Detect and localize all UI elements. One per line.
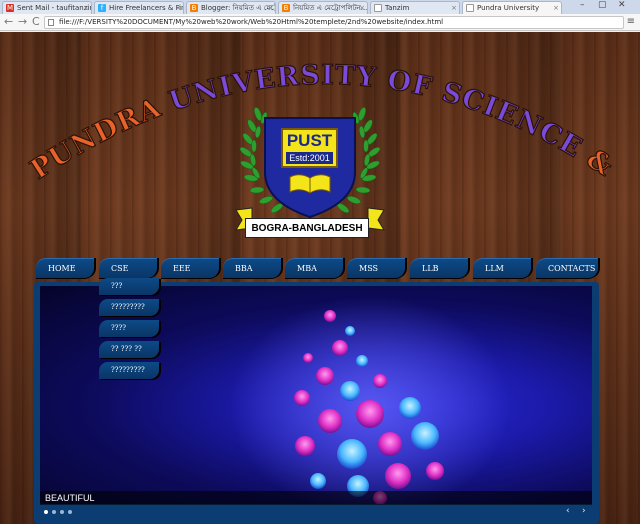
nav-item-mba[interactable]: MBA [285, 258, 343, 278]
tab-close-icon[interactable]: × [175, 2, 181, 14]
main-nav: HOME CSE EEE BBA MBA MSS LLB LLM CONTACT… [36, 258, 598, 278]
browser-tab-active[interactable]: Pundra University × [462, 1, 562, 15]
dropdown-item[interactable]: ????????? [99, 299, 159, 316]
slider-dot[interactable] [44, 510, 48, 514]
url-text: file:///F:/VERSITY%20DOCUMENT/My%20web%2… [59, 18, 444, 26]
dropdown-item[interactable]: ?? ??? ?? [99, 341, 159, 358]
dropdown-item-label: ???? [111, 324, 127, 332]
browser-tab[interactable]: M Sent Mail - taufitanzim2... × [2, 1, 92, 14]
gmail-icon: M [6, 4, 14, 12]
nav-item-bba[interactable]: BBA [223, 258, 281, 278]
tab-label: নিয়মিত এ মেট্রোপলিটন... [293, 4, 368, 12]
logo-title: PUST [286, 131, 333, 150]
ribbon-right-tail [367, 207, 385, 231]
page-icon [374, 4, 382, 12]
close-window-button[interactable]: ✕ [618, 0, 626, 10]
tab-close-icon[interactable]: × [451, 2, 457, 14]
tab-close-icon[interactable]: × [553, 2, 559, 14]
url-input[interactable]: file:///F:/VERSITY%20DOCUMENT/My%20web%2… [44, 16, 624, 29]
freelancer-icon: f [98, 4, 106, 12]
slider-dot[interactable] [68, 510, 72, 514]
file-icon [48, 19, 54, 26]
tab-close-icon[interactable]: × [359, 2, 365, 14]
nav-label: EEE [173, 264, 191, 273]
tab-label: Sent Mail - taufitanzim2... [17, 4, 91, 12]
back-button[interactable]: ← [4, 16, 13, 28]
nav-item-llb[interactable]: LLB [410, 258, 468, 278]
slide-caption: BEAUTIFUL [40, 491, 592, 505]
nav-label: CONTACTS [548, 264, 596, 273]
dropdown-item[interactable]: ????????? [99, 362, 159, 379]
slider-controls: ‹ › [40, 505, 592, 519]
tab-label: Blogger: নিয়মিত এ মেট্রোপ... [201, 4, 275, 12]
browser-tab[interactable]: B Blogger: নিয়মিত এ মেট্রোপ... × [186, 1, 276, 14]
maximize-button[interactable]: ▢ [598, 0, 607, 10]
slider-dot[interactable] [52, 510, 56, 514]
slide-image [40, 286, 592, 504]
browser-tab[interactable]: f Hire Freelancers & Find Fr... × [94, 1, 184, 14]
tab-label: Tanzim [385, 4, 410, 12]
browser-tab-bar: M Sent Mail - taufitanzim2... × f Hire F… [0, 0, 640, 15]
reload-button[interactable]: C [32, 16, 40, 28]
tab-label: Pundra University [477, 4, 540, 12]
caption-text: BEAUTIFUL [45, 493, 95, 503]
forward-button[interactable]: → [18, 16, 27, 28]
nav-label: LLB [422, 264, 439, 273]
dropdown-item-label: ?? ??? ?? [111, 345, 142, 353]
logo-established: Estd:2001 [286, 152, 333, 164]
dropdown-item-label: ????????? [111, 303, 145, 311]
nav-label: CSE [111, 264, 129, 273]
page-icon [466, 4, 474, 12]
menu-icon[interactable]: ≡ [627, 16, 635, 27]
logo-badge: PUST Estd:2001 [281, 128, 338, 168]
tab-close-icon[interactable]: × [267, 2, 273, 14]
bokeh-artwork [230, 296, 510, 504]
dropdown-item[interactable]: ??? [99, 278, 159, 295]
slider-dot[interactable] [60, 510, 64, 514]
dropdown-item-label: ??? [111, 282, 123, 290]
tab-label: Hire Freelancers & Find Fr... [109, 4, 183, 12]
nav-label: LLM [485, 264, 504, 273]
nav-label: MBA [297, 264, 317, 273]
blogger-icon: B [190, 4, 198, 12]
browser-tab[interactable]: Tanzim × [370, 1, 460, 14]
location-ribbon: BOGRA-BANGLADESH [245, 218, 369, 238]
minimize-button[interactable]: – [580, 0, 585, 10]
nav-label: BBA [235, 264, 253, 273]
address-bar-row: ← → C file:///F:/VERSITY%20DOCUMENT/My%2… [0, 14, 640, 31]
nav-label: HOME [48, 264, 76, 273]
nav-item-mss[interactable]: MSS [347, 258, 405, 278]
location-label: BOGRA-BANGLADESH [251, 223, 363, 234]
prev-slide-button[interactable]: ‹ [566, 506, 570, 516]
dropdown-item[interactable]: ???? [99, 320, 159, 337]
blogger-icon: B [282, 4, 290, 12]
nav-label: MSS [359, 264, 379, 273]
tab-close-icon[interactable]: × [83, 2, 89, 14]
nav-item-home[interactable]: HOME [36, 258, 94, 278]
nav-item-eee[interactable]: EEE [161, 258, 219, 278]
page-body: PUNDRA UNIVERSITY OF SCIENCE & TECHNOLOG… [0, 32, 640, 524]
header-banner: PUNDRA UNIVERSITY OF SCIENCE & TECHNOLOG… [0, 32, 640, 247]
dropdown-item-label: ????????? [111, 366, 145, 374]
browser-tab[interactable]: B নিয়মিত এ মেট্রোপলিটন... × [278, 1, 368, 14]
nav-item-cse[interactable]: CSE [99, 258, 157, 278]
nav-item-contacts[interactable]: CONTACTS [536, 258, 598, 278]
nav-item-llm[interactable]: LLM [473, 258, 531, 278]
next-slide-button[interactable]: › [582, 506, 586, 516]
